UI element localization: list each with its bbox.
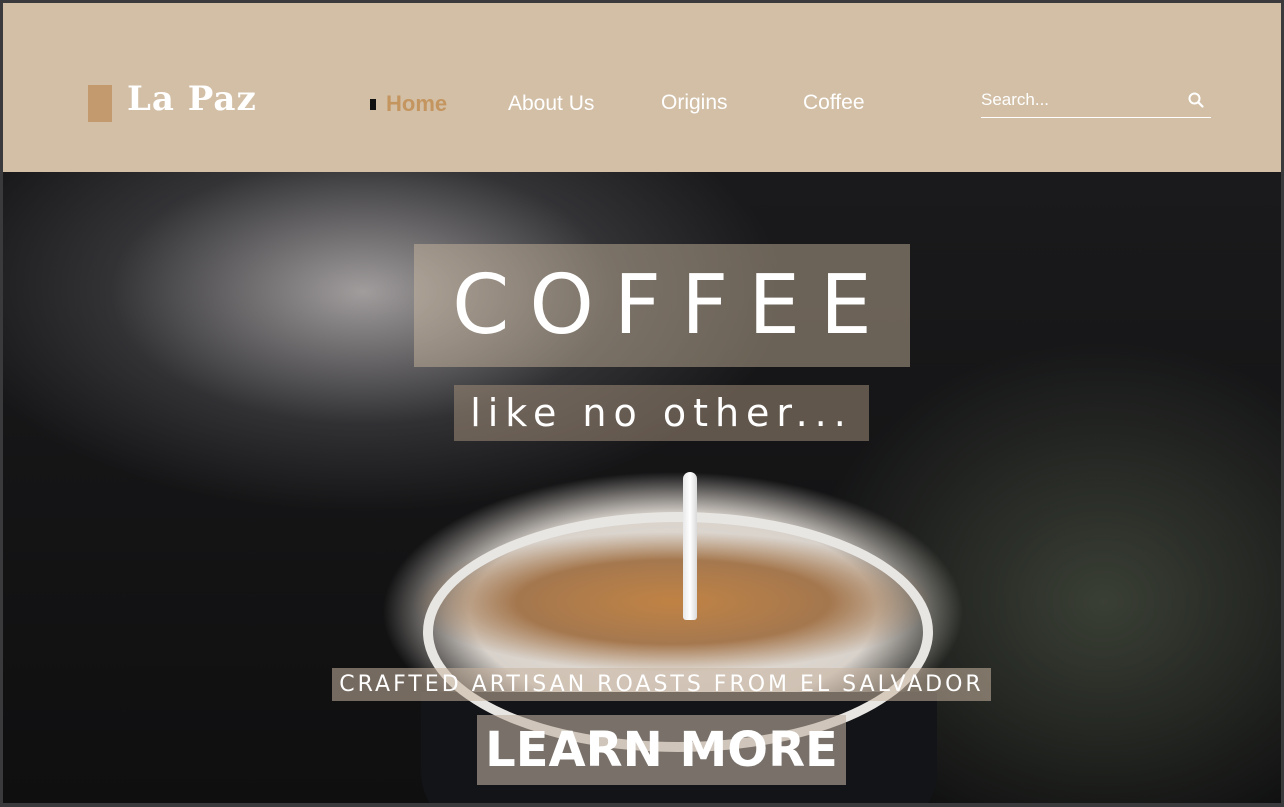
nav-about-us[interactable]: About Us [508,89,594,119]
hero-tagline-box: CRAFTED ARTISAN ROASTS FROM EL SALVADOR [332,668,991,701]
logo-mark [88,85,112,122]
search-box [981,87,1211,118]
site-header: La Paz Home About Us Origins Coffee [3,3,1281,172]
learn-more-button[interactable]: LEARN MORE [477,715,846,785]
hero-title: COFFEE [452,257,892,353]
hero-title-box: COFFEE [414,244,910,367]
hero-subtitle-box: like no other... [454,385,869,441]
nav-home[interactable]: Home [386,89,447,119]
browser-viewport: La Paz Home About Us Origins Coffee COFF… [3,3,1281,803]
brand-logo[interactable]: La Paz [127,77,257,121]
hero-banner: COFFEE like no other... CRAFTED ARTISAN … [3,172,1281,803]
learn-more-label: LEARN MORE [485,722,838,778]
milk-pour-image [683,472,697,620]
search-icon[interactable] [1187,91,1205,109]
active-nav-indicator [370,99,376,110]
hero-subtitle: like no other... [470,391,853,435]
search-input[interactable] [981,87,1181,113]
nav-origins[interactable]: Origins [661,88,728,118]
hero-tagline: CRAFTED ARTISAN ROASTS FROM EL SALVADOR [339,672,984,697]
nav-coffee[interactable]: Coffee [803,88,865,118]
